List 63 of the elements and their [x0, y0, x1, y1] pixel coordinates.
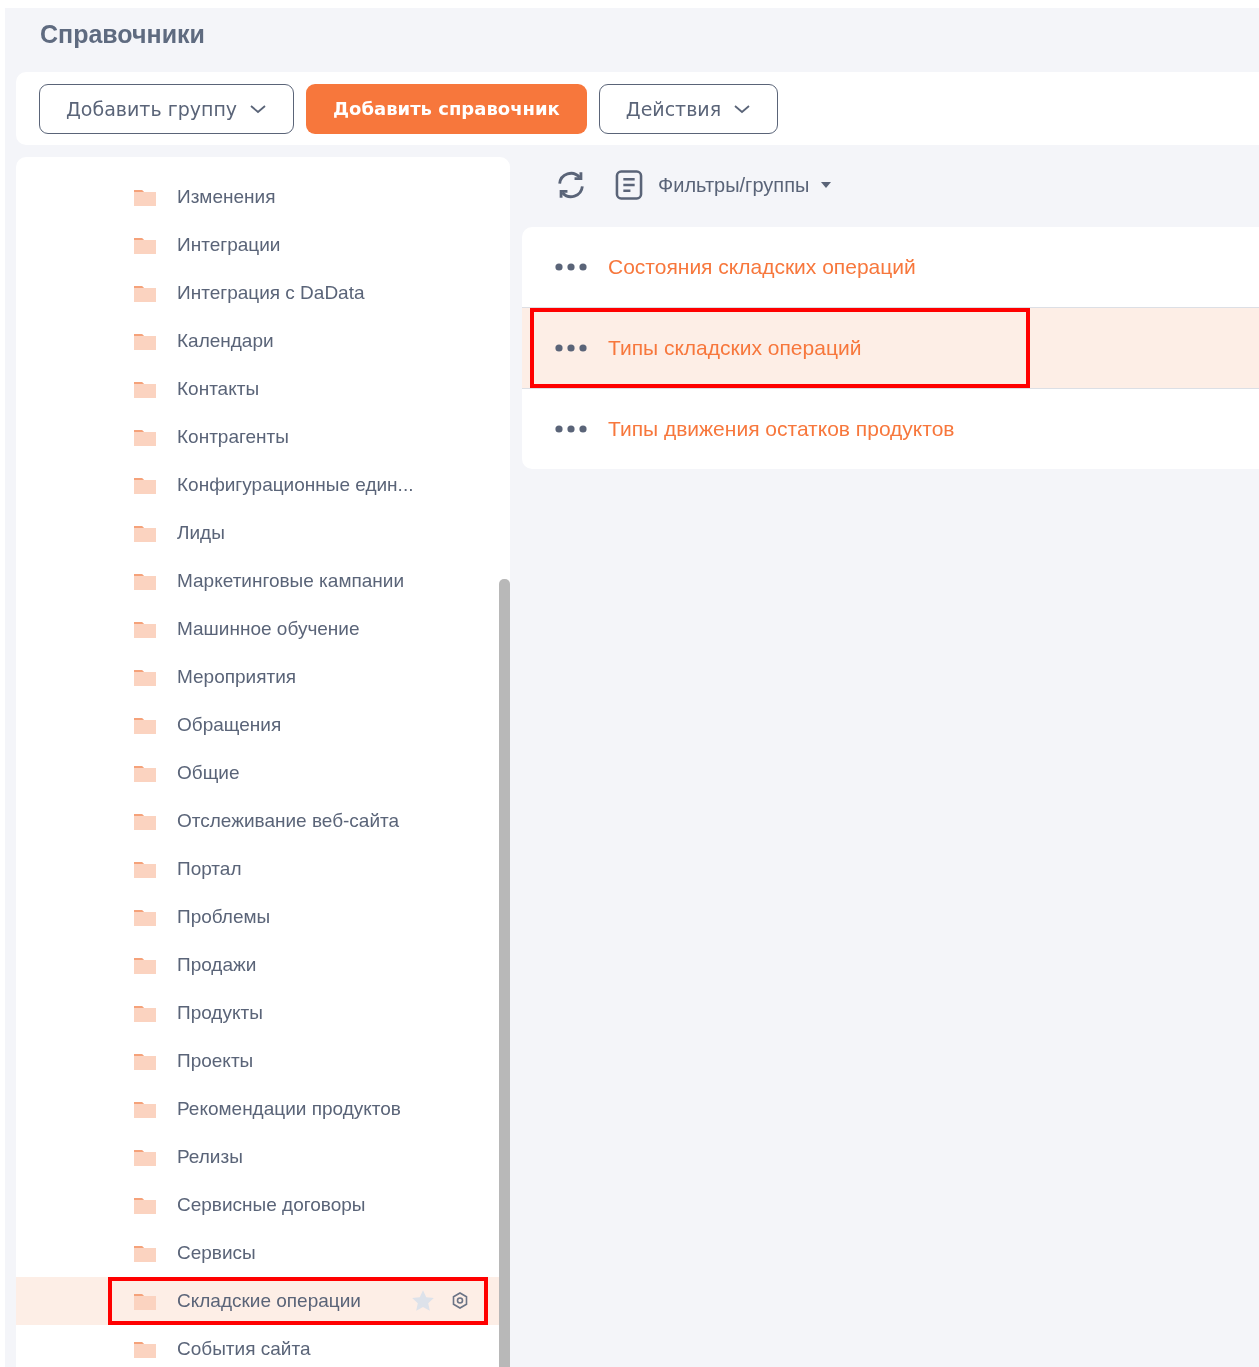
folder-icon	[133, 571, 157, 591]
folder-icon	[133, 235, 157, 255]
folder-icon	[133, 475, 157, 495]
caret-icon	[821, 182, 832, 188]
sidebar-item[interactable]: Продажи	[16, 941, 499, 989]
sidebar-item[interactable]: Конфигурационные един...	[16, 461, 499, 509]
folder-icon	[133, 811, 157, 831]
chevron-down-icon	[249, 102, 268, 115]
dropdown-button[interactable]: Добавить группу	[39, 83, 295, 134]
folder-icon	[133, 283, 157, 303]
sidebar-item[interactable]: Лиды	[16, 509, 499, 557]
filters-groups-dropdown[interactable]: Фильтры/группы	[612, 168, 832, 202]
more-icon[interactable]	[554, 262, 588, 272]
star-icon[interactable]	[410, 1288, 436, 1314]
folder-icon	[133, 715, 157, 735]
sidebar-item[interactable]: События сайта	[16, 1325, 499, 1367]
folder-icon	[133, 907, 157, 927]
folder-icon	[133, 619, 157, 639]
folder-icon	[133, 1243, 157, 1263]
sidebar-item[interactable]: Портал	[16, 845, 499, 893]
folder-icon	[133, 1051, 157, 1071]
sidebar-item[interactable]: Общие	[16, 749, 499, 797]
sidebar-item[interactable]: Обращения	[16, 701, 499, 749]
sidebar-item[interactable]: Релизы	[16, 1133, 499, 1181]
sidebar-item[interactable]: Продукты	[16, 989, 499, 1037]
sidebar-item[interactable]: Отслеживание веб-сайта	[16, 797, 499, 845]
page-title: Справочники	[39, 19, 206, 50]
folder-icon	[133, 1003, 157, 1023]
folder-icon	[133, 187, 157, 207]
sidebar-item[interactable]: Складские операции	[16, 1277, 499, 1325]
sidebar-item[interactable]: Изменения	[16, 173, 499, 221]
more-icon[interactable]	[554, 424, 588, 434]
scrollbar[interactable]	[499, 579, 510, 1367]
settings-icon[interactable]	[450, 1291, 470, 1311]
sidebar-item[interactable]: Мероприятия	[16, 653, 499, 701]
folder-icon	[133, 1099, 157, 1119]
folder-icon	[133, 859, 157, 879]
chevron-down-icon	[733, 102, 752, 115]
folder-icon	[133, 379, 157, 399]
folder-icon	[133, 1195, 157, 1215]
folder-icon	[133, 1339, 157, 1359]
folder-icon	[133, 763, 157, 783]
folder-icon	[133, 331, 157, 351]
folder-icon	[133, 1291, 157, 1311]
sidebar-item[interactable]: Рекомендации продуктов	[16, 1085, 499, 1133]
sidebar-item[interactable]: Маркетинговые кампании	[16, 557, 499, 605]
folder-icon	[133, 955, 157, 975]
folder-icon	[133, 1147, 157, 1167]
folder-icon	[133, 427, 157, 447]
sidebar-item[interactable]: Сервисы	[16, 1229, 499, 1277]
sidebar-item[interactable]: Машинное обучение	[16, 605, 499, 653]
folder-icon	[133, 667, 157, 687]
sidebar-item[interactable]: Интеграции	[16, 221, 499, 269]
folder-icon	[133, 523, 157, 543]
sidebar-item[interactable]: Контрагенты	[16, 413, 499, 461]
more-icon[interactable]	[554, 343, 588, 353]
sidebar-item[interactable]: Проекты	[16, 1037, 499, 1085]
sidebar-item[interactable]: Сервисные договоры	[16, 1181, 499, 1229]
dropdown-button[interactable]: Действия	[598, 83, 779, 134]
sidebar-item[interactable]: Проблемы	[16, 893, 499, 941]
sidebar-item[interactable]: Интеграция с DaData	[16, 269, 499, 317]
sidebar-item[interactable]: Календари	[16, 317, 499, 365]
sidebar-item[interactable]: Контакты	[16, 365, 499, 413]
